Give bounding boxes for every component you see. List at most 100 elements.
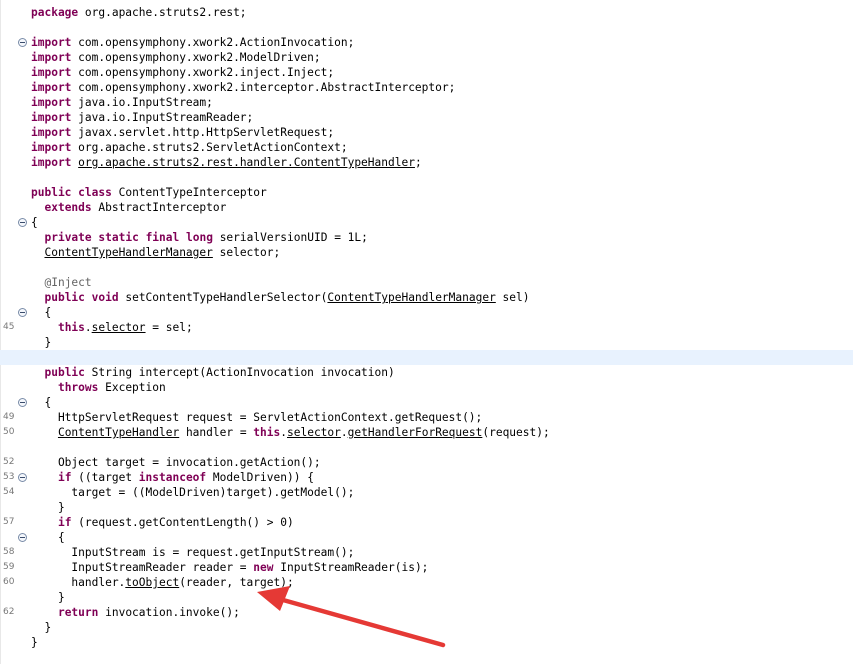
keyword-token: import [31, 141, 72, 154]
underlined-token: toObject [125, 576, 180, 589]
fold-toggle-icon[interactable] [18, 398, 27, 407]
code-line[interactable]: } [0, 500, 853, 515]
code-line[interactable]: 49 HttpServletRequest request = ServletA… [0, 410, 853, 425]
code-line[interactable]: 60 handler.toObject(reader, target); [0, 575, 853, 590]
underlined-token: selector [287, 426, 341, 439]
keyword-token: import [31, 96, 72, 109]
code-text: } [31, 335, 51, 350]
code-line[interactable]: import javax.servlet.http.HttpServletReq… [0, 125, 853, 140]
code-text: ContentTypeHandler handler = this.select… [31, 425, 550, 440]
code-token: invocation.invoke(); [98, 606, 240, 619]
code-line[interactable]: import java.io.InputStreamReader; [0, 110, 853, 125]
code-token: (request.getContentLength() > 0) [71, 516, 294, 529]
keyword-token: class [78, 186, 112, 199]
code-line[interactable]: import java.io.InputStream; [0, 95, 853, 110]
code-line[interactable]: { [0, 395, 853, 410]
code-line[interactable]: import com.opensymphony.xwork2.ModelDriv… [0, 50, 853, 65]
fold-toggle-icon[interactable] [18, 308, 27, 317]
code-token: } [31, 336, 52, 349]
code-line[interactable]: private static final long serialVersionU… [0, 230, 853, 245]
code-line[interactable]: import org.apache.struts2.rest.handler.C… [0, 155, 853, 170]
code-line[interactable]: import org.apache.struts2.ServletActionC… [0, 140, 853, 155]
underlined-token: getHandlerForRequest [347, 426, 483, 439]
code-line[interactable]: { [0, 305, 853, 320]
code-line[interactable]: throws Exception [0, 380, 853, 395]
code-line[interactable]: public class ContentTypeInterceptor [0, 185, 853, 200]
code-line[interactable] [0, 170, 853, 185]
code-line[interactable]: import com.opensymphony.xwork2.intercept… [0, 80, 853, 95]
keyword-token: import [31, 66, 72, 79]
code-line[interactable]: } [0, 635, 853, 650]
code-line[interactable]: } [0, 335, 853, 350]
keyword-token: throws [57, 381, 99, 394]
code-line[interactable]: { [0, 215, 853, 230]
code-line[interactable]: extends AbstractInterceptor [0, 200, 853, 215]
keyword-token: private [44, 231, 92, 244]
line-number: 50 [3, 427, 15, 437]
code-line[interactable]: import com.opensymphony.xwork2.ActionInv… [0, 35, 853, 50]
code-line[interactable] [0, 440, 853, 455]
fold-toggle-icon[interactable] [18, 38, 27, 47]
code-line[interactable]: 53 if ((target instanceof ModelDriven)) … [0, 470, 853, 485]
line-number: 57 [3, 517, 15, 527]
code-token: String intercept(ActionInvocation invoca… [84, 366, 395, 379]
code-line[interactable] [0, 260, 853, 275]
code-line[interactable]: 50 ContentTypeHandler handler = this.sel… [0, 425, 853, 440]
code-line[interactable]: import com.opensymphony.xwork2.inject.In… [0, 65, 853, 80]
keyword-token: final [145, 231, 180, 244]
code-line[interactable]: 62 return invocation.invoke(); [0, 605, 853, 620]
code-token: javax.servlet.http.HttpServletRequest; [71, 126, 335, 139]
code-line[interactable]: 54 target = ((ModelDriven)target).getMod… [0, 485, 853, 500]
code-line[interactable]: 59 InputStreamReader reader = new InputS… [0, 560, 853, 575]
fold-toggle-icon[interactable] [18, 473, 27, 482]
code-text: public String intercept(ActionInvocation… [31, 365, 395, 380]
code-token: com.opensymphony.xwork2.ModelDriven; [71, 51, 321, 64]
code-text: { [31, 215, 38, 230]
code-token: sel) [495, 291, 530, 304]
line-number: 54 [3, 487, 15, 497]
code-line[interactable]: package org.apache.struts2.rest; [0, 5, 853, 20]
keyword-token: import [31, 51, 72, 64]
code-line[interactable]: @Inject [0, 275, 853, 290]
keyword-token: package [31, 6, 79, 19]
code-text: HttpServletRequest request = ServletActi… [31, 410, 482, 425]
keyword-token: new [253, 561, 274, 574]
code-line[interactable] [0, 350, 853, 365]
code-text: ContentTypeHandlerManager selector; [31, 245, 280, 260]
code-line[interactable]: } [0, 620, 853, 635]
code-text: if ((target instanceof ModelDriven)) { [31, 470, 314, 485]
code-line[interactable]: } [0, 590, 853, 605]
code-line[interactable] [0, 20, 853, 35]
code-line[interactable]: public String intercept(ActionInvocation… [0, 365, 853, 380]
keyword-token: void [91, 291, 119, 304]
code-text: } [31, 635, 38, 650]
keyword-token: public [44, 366, 85, 379]
code-line[interactable]: 58 InputStream is = request.getInputStre… [0, 545, 853, 560]
code-line[interactable]: 45 this.selector = sel; [0, 320, 853, 335]
code-token: Object target = invocation.getAction(); [31, 456, 321, 469]
code-token: setContentTypeHandlerSelector( [118, 291, 328, 304]
code-line[interactable]: ContentTypeHandlerManager selector; [0, 245, 853, 260]
code-line[interactable]: { [0, 530, 853, 545]
code-token: . [84, 321, 92, 334]
line-number: 62 [3, 607, 15, 617]
code-token: } [31, 591, 65, 604]
code-token: ModelDriven)) { [206, 471, 314, 484]
code-line[interactable]: public void setContentTypeHandlerSelecto… [0, 290, 853, 305]
fold-toggle-icon[interactable] [18, 218, 27, 227]
fold-toggle-icon[interactable] [18, 533, 27, 542]
keyword-token: return [57, 606, 99, 619]
code-token: org.apache.struts2.rest; [78, 6, 247, 19]
code-line[interactable]: 52 Object target = invocation.getAction(… [0, 455, 853, 470]
code-line[interactable]: 57 if (request.getContentLength() > 0) [0, 515, 853, 530]
code-token: { [31, 216, 38, 229]
line-number: 59 [3, 562, 15, 572]
code-editor[interactable]: package org.apache.struts2.rest; import c… [0, 0, 853, 664]
